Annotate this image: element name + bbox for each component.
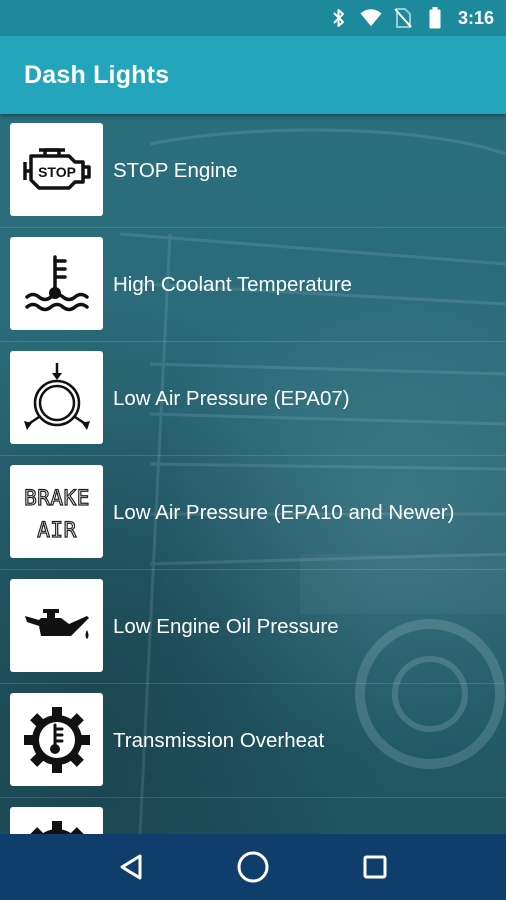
list-item-low-engine-oil-pressure[interactable]: Low Engine Oil Pressure: [0, 570, 506, 684]
bluetooth-icon: [328, 7, 350, 29]
transmission-temperature-icon: [10, 693, 103, 786]
coolant-temperature-icon: [10, 237, 103, 330]
back-button[interactable]: [107, 843, 155, 891]
status-time: 3:16: [457, 7, 494, 28]
recents-button[interactable]: [351, 843, 399, 891]
list-item-label: STOP Engine: [113, 159, 238, 182]
svg-text:AIR: AIR: [37, 518, 76, 542]
list-item-stop-engine[interactable]: STOP STOP Engine: [0, 114, 506, 228]
list-item-label: High Coolant Temperature: [113, 273, 352, 296]
oil-can-icon: [10, 579, 103, 672]
list-item-high-coolant-temperature[interactable]: High Coolant Temperature: [0, 228, 506, 342]
stop-engine-icon: STOP: [10, 123, 103, 216]
list-item-low-air-pressure-epa07[interactable]: Low Air Pressure (EPA07): [0, 342, 506, 456]
no-sim-icon: [392, 7, 414, 29]
dash-lights-list-container[interactable]: STOP STOP Engine High Coolant Temperatur…: [0, 114, 506, 834]
list-item-label: Low Air Pressure (EPA07): [113, 387, 350, 410]
battery-icon: [424, 7, 446, 29]
svg-text:STOP: STOP: [38, 164, 76, 180]
list-item-transmission-overheat[interactable]: Transmission Overheat: [0, 684, 506, 798]
list-item-label: Low Engine Oil Pressure: [113, 615, 339, 638]
home-icon: [237, 851, 269, 883]
back-icon: [120, 854, 142, 880]
brake-air-icon: BRAKE AIR: [10, 465, 103, 558]
dash-lights-list: STOP STOP Engine High Coolant Temperatur…: [0, 114, 506, 834]
air-pressure-icon: [10, 351, 103, 444]
list-item-partial[interactable]: [0, 798, 506, 834]
recents-icon: [363, 855, 387, 879]
wifi-icon: [360, 7, 382, 29]
list-item-low-air-pressure-epa10[interactable]: BRAKE AIR Low Air Pressure (EPA10 and Ne…: [0, 456, 506, 570]
app-bar: Dash Lights: [0, 36, 506, 114]
list-item-label: Low Air Pressure (EPA10 and Newer): [113, 501, 455, 524]
status-bar: 3:16: [0, 0, 506, 36]
page-title: Dash Lights: [24, 60, 170, 89]
home-button[interactable]: [229, 843, 277, 891]
navigation-bar: [0, 834, 506, 900]
list-item-label: Transmission Overheat: [113, 729, 325, 752]
svg-text:BRAKE: BRAKE: [24, 486, 90, 510]
gear-icon: [10, 807, 103, 834]
